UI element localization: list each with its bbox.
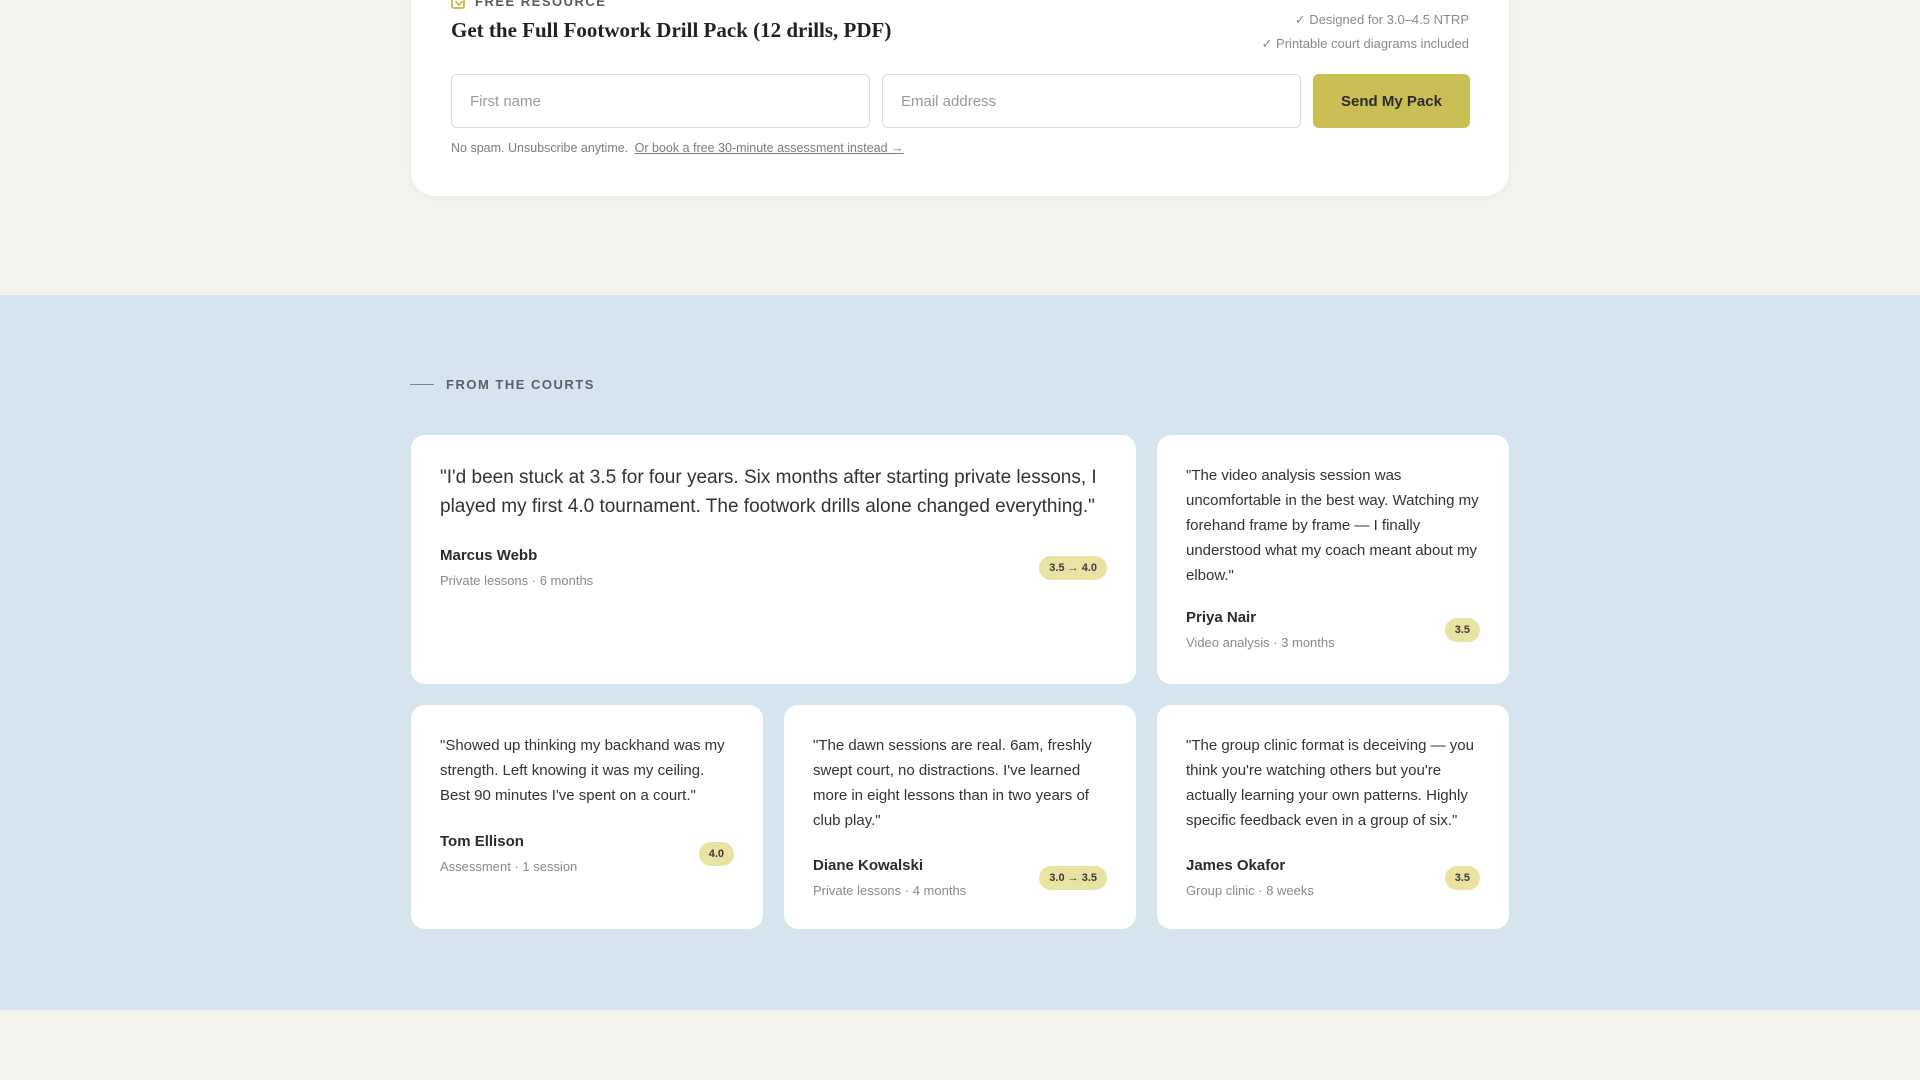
testimonial-detail: Group clinic · 8 weeks <box>1186 883 1314 898</box>
testimonials-section: FROM THE COURTS "I'd been stuck at 3.5 f… <box>0 295 1920 1010</box>
perks-list: ✓ Designed for 3.0–4.5 NTRP ✓ Printable … <box>1262 8 1469 56</box>
testimonial-author-block: Diane Kowalski Private lessons · 4 month… <box>813 857 966 898</box>
testimonial-quote: "The group clinic format is deceiving — … <box>1186 737 1474 829</box>
testimonial-detail: Private lessons · 4 months <box>813 883 967 898</box>
download-icon <box>451 0 465 9</box>
testimonial-author-block: Marcus Webb Private lessons · 6 months <box>440 547 593 588</box>
testimonial-card: "The dawn sessions are real. 6am, freshl… <box>784 705 1136 929</box>
testimonial-author: Tom Ellison <box>440 833 524 850</box>
label-rule <box>410 384 434 385</box>
testimonial-detail: Private lessons · 6 months <box>440 573 594 588</box>
fineprint: No spam. Unsubscribe anytime. Or book a … <box>451 141 904 155</box>
testimonial-meta: Priya Nair Video analysis · 3 months 3.5 <box>1186 609 1480 650</box>
testimonial-author: Priya Nair <box>1186 609 1257 626</box>
testimonial-author-block: Tom Ellison Assessment · 1 session <box>440 833 577 874</box>
eyebrow-label: FREE RESOURCE <box>475 0 607 9</box>
testimonial-author-block: Priya Nair Video analysis · 3 months <box>1186 609 1335 650</box>
testimonial-author: Diane Kowalski <box>813 857 924 874</box>
email-input[interactable] <box>882 74 1301 128</box>
rating-badge: 3.5 <box>1444 617 1480 642</box>
rating-badge: 4.0 <box>698 841 734 866</box>
testimonial-card: "I'd been stuck at 3.5 for four years. S… <box>411 435 1136 684</box>
testimonial-meta: Tom Ellison Assessment · 1 session 4.0 <box>440 833 734 874</box>
testimonial-meta: James Okafor Group clinic · 8 weeks 3.5 <box>1186 857 1480 898</box>
testimonial-detail: Assessment · 1 session <box>440 859 578 874</box>
perk-item-diagrams: ✓ Printable court diagrams included <box>1261 36 1469 51</box>
rating-badge: 3.5 → 4.0 <box>1039 555 1107 580</box>
drill-pack-signup-card: FREE RESOURCE Get the Full Footwork Dril… <box>411 0 1509 196</box>
rating-badge: 3.0 → 3.5 <box>1039 865 1107 890</box>
testimonial-author: Marcus Webb <box>440 547 538 564</box>
assessment-link[interactable]: Or book a free 30-minute assessment inst… <box>635 141 904 155</box>
signup-form: Send My Pack <box>451 74 1470 128</box>
testimonial-card: "Showed up thinking my backhand was my s… <box>411 705 763 929</box>
send-pack-button[interactable]: Send My Pack <box>1313 74 1470 128</box>
testimonial-card: "The group clinic format is deceiving — … <box>1157 705 1509 929</box>
testimonial-author: James Okafor <box>1186 857 1286 874</box>
testimonial-meta: Marcus Webb Private lessons · 6 months 3… <box>440 547 1107 588</box>
first-name-input[interactable] <box>451 74 870 128</box>
testimonial-quote: "The dawn sessions are real. 6am, freshl… <box>813 737 1092 829</box>
testimonial-quote: "The video analysis session was uncomfor… <box>1186 467 1479 584</box>
testimonial-author-block: James Okafor Group clinic · 8 weeks <box>1186 857 1314 898</box>
perk-item-ntrp: ✓ Designed for 3.0–4.5 NTRP <box>1294 12 1469 27</box>
testimonial-card: "The video analysis session was uncomfor… <box>1157 435 1509 684</box>
signup-title: Get the Full Footwork Drill Pack (12 dri… <box>451 18 892 42</box>
testimonial-detail: Video analysis · 3 months <box>1186 635 1335 650</box>
section-label: FROM THE COURTS <box>410 377 595 392</box>
free-resource-eyebrow: FREE RESOURCE <box>451 0 606 9</box>
testimonial-meta: Diane Kowalski Private lessons · 4 month… <box>813 857 1107 898</box>
fineprint-text: No spam. Unsubscribe anytime. <box>451 141 629 155</box>
section-label-text: FROM THE COURTS <box>446 377 595 392</box>
testimonial-quote: "Showed up thinking my backhand was my s… <box>440 737 725 804</box>
rating-badge: 3.5 <box>1444 865 1480 890</box>
testimonial-quote: "I'd been stuck at 3.5 for four years. S… <box>440 467 1097 517</box>
